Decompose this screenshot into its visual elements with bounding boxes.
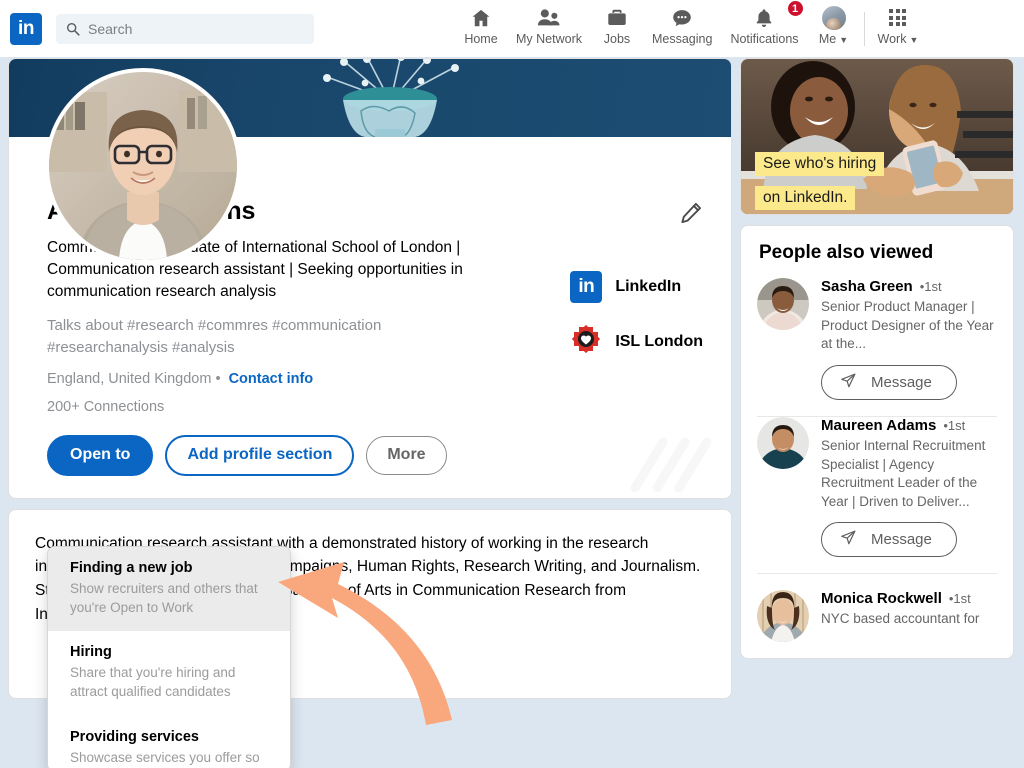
briefcase-icon — [606, 5, 628, 30]
separator-dot: • — [215, 371, 220, 387]
message-button[interactable]: Message — [821, 522, 957, 557]
open-to-dropdown-menu[interactable]: Finding a new job Show recruiters and ot… — [47, 546, 291, 768]
nav-item-my-network[interactable]: My Network — [507, 0, 591, 46]
person-name-row: Maureen Adams •1st — [821, 417, 997, 434]
dropdown-item-subtitle: Share that you're hiring and attract qua… — [70, 663, 268, 701]
open-to-button[interactable]: Open to — [47, 435, 153, 476]
connection-degree: •1st — [920, 279, 942, 294]
linkedin-logo-icon: in — [570, 271, 602, 303]
people-also-viewed-title: People also viewed — [741, 242, 1013, 278]
promoted-ad-card[interactable]: See who's hiring on LinkedIn. — [740, 58, 1014, 215]
search-input[interactable] — [88, 21, 304, 37]
avatar-icon — [822, 5, 846, 30]
person-info: Maureen Adams •1st Senior Internal Recru… — [821, 417, 997, 558]
person-name: Monica Rockwell — [821, 590, 942, 607]
list-item[interactable]: Monica Rockwell •1st NYC based accountan… — [741, 574, 1013, 658]
profile-connections: 200+ Connections — [47, 399, 707, 415]
person-name: Sasha Green — [821, 278, 913, 295]
more-button[interactable]: More — [366, 436, 446, 475]
avatar — [757, 278, 809, 330]
nav-item-home[interactable]: Home — [455, 0, 507, 46]
dropdown-item-title: Hiring — [70, 644, 268, 660]
global-navigation-bar: in Home — [0, 0, 1024, 57]
profile-location: England, United Kingdom — [47, 371, 211, 387]
person-info: Sasha Green •1st Senior Product Manager … — [821, 278, 997, 400]
list-item[interactable]: Maureen Adams •1st Senior Internal Recru… — [741, 417, 1013, 574]
avatar — [757, 417, 809, 469]
nav-label: Home — [464, 32, 497, 46]
nav-item-jobs[interactable]: Jobs — [591, 0, 643, 46]
chevron-down-icon: ▼ — [909, 35, 918, 45]
notification-badge: 1 — [787, 0, 804, 17]
linkedin-logo-icon[interactable]: in — [10, 13, 42, 45]
message-button[interactable]: Message — [821, 365, 957, 400]
person-description: NYC based accountant for — [821, 610, 997, 629]
chevron-down-icon: ▼ — [839, 35, 848, 45]
dropdown-item-title: Finding a new job — [70, 560, 268, 576]
dropdown-item-title: Providing services — [70, 729, 268, 745]
nav-label: Messaging — [652, 32, 712, 46]
entity-linkedin[interactable]: in LinkedIn — [570, 271, 703, 303]
send-icon — [840, 529, 857, 550]
dropdown-item-subtitle: Showcase services you offer so new clien… — [70, 748, 268, 768]
person-description: Senior Product Manager | Product Designe… — [821, 298, 997, 354]
nav-item-messaging[interactable]: Messaging — [643, 0, 721, 46]
dropdown-item-hiring[interactable]: Hiring Share that you're hiring and attr… — [48, 631, 290, 715]
profile-action-buttons: Open to Add profile section More — [47, 435, 707, 476]
profile-card: Aubrey Johnsons Communication graduate o… — [8, 58, 732, 499]
nav-label-text: Me — [819, 32, 836, 46]
profile-entities: in LinkedIn ISL London — [570, 271, 703, 360]
person-description: Senior Internal Recruitment Specialist |… — [821, 437, 997, 512]
search-box[interactable] — [56, 14, 314, 44]
nav-label: Jobs — [604, 32, 630, 46]
add-profile-section-button[interactable]: Add profile section — [165, 435, 354, 476]
message-button-label: Message — [871, 531, 932, 548]
person-name: Maureen Adams — [821, 417, 936, 434]
list-item[interactable]: Sasha Green •1st Senior Product Manager … — [741, 278, 1013, 416]
entity-label: ISL London — [615, 333, 703, 351]
nav-item-notifications[interactable]: 1 Notifications — [721, 0, 807, 46]
person-name-row: Monica Rockwell •1st — [821, 590, 997, 607]
people-icon — [536, 5, 561, 30]
profile-talks-about: Talks about #research #commres #communic… — [47, 315, 499, 358]
contact-info-link[interactable]: Contact info — [229, 371, 314, 387]
entity-label: LinkedIn — [615, 278, 681, 296]
nav-label-text: Work — [878, 32, 907, 46]
dropdown-item-subtitle: Show recruiters and others that you're O… — [70, 579, 268, 617]
ad-image: See who's hiring on LinkedIn. — [741, 59, 1013, 214]
nav-label: Me▼ — [819, 32, 848, 46]
nav-divider — [864, 12, 865, 46]
entity-isl-london[interactable]: ISL London — [570, 323, 703, 360]
nav-label: Notifications — [730, 32, 798, 46]
bell-icon — [753, 5, 775, 30]
profile-photo[interactable] — [45, 68, 241, 264]
send-icon — [840, 372, 857, 393]
search-icon — [66, 22, 80, 36]
avatar — [757, 590, 809, 642]
person-info: Monica Rockwell •1st NYC based accountan… — [821, 590, 997, 642]
nav-items: Home My Network — [455, 0, 927, 57]
nav-label: My Network — [516, 32, 582, 46]
home-icon — [470, 5, 492, 30]
person-name-row: Sasha Green •1st — [821, 278, 997, 295]
decorative-swoosh — [623, 436, 713, 492]
ad-caption-line-1: See who's hiring — [755, 152, 884, 176]
connection-degree: •1st — [949, 591, 971, 606]
isl-london-logo-icon — [570, 323, 602, 360]
connection-degree: •1st — [943, 418, 965, 433]
message-button-label: Message — [871, 374, 932, 391]
message-bubble-icon — [671, 5, 693, 30]
right-sidebar: See who's hiring on LinkedIn. People als… — [740, 58, 1014, 659]
people-also-viewed-card: People also viewed — [740, 225, 1014, 659]
nav-label: Work▼ — [878, 32, 919, 46]
dropdown-item-providing-services[interactable]: Providing services Showcase services you… — [48, 716, 290, 768]
nav-item-work[interactable]: Work▼ — [869, 0, 928, 46]
dropdown-item-finding-a-new-job[interactable]: Finding a new job Show recruiters and ot… — [48, 547, 290, 631]
grid-icon — [889, 5, 906, 30]
linkedin-profile-page: in Home — [0, 0, 1024, 768]
ad-caption-line-2: on LinkedIn. — [755, 186, 855, 210]
profile-location-row: England, United Kingdom• Contact info — [47, 371, 707, 387]
nav-item-me[interactable]: Me▼ — [808, 0, 860, 46]
